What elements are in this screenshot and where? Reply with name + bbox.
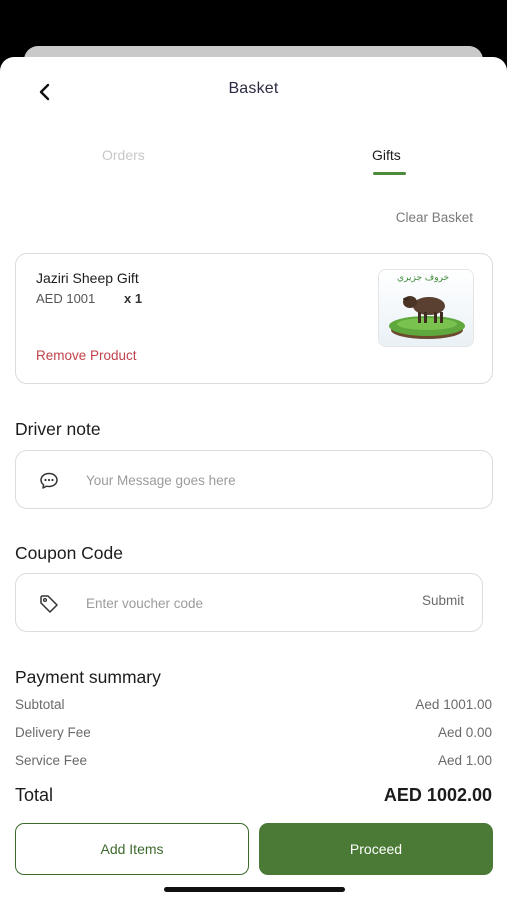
tab-orders[interactable]: Orders xyxy=(102,147,145,163)
total-row: Total AED 1002.00 xyxy=(15,785,492,806)
summary-label: Delivery Fee xyxy=(15,725,91,740)
remove-product-button[interactable]: Remove Product xyxy=(36,348,137,363)
summary-label: Subtotal xyxy=(15,697,65,712)
page-title: Basket xyxy=(228,80,279,97)
driver-note-box xyxy=(15,450,493,509)
product-name: Jaziri Sheep Gift xyxy=(36,270,139,286)
product-image: خروف جزيري xyxy=(378,269,474,347)
summary-row-delivery-fee: Delivery Fee Aed 0.00 xyxy=(15,725,492,740)
tab-bar: Orders Gifts xyxy=(0,145,507,181)
tab-gifts[interactable]: Gifts xyxy=(372,147,401,163)
clear-basket-button[interactable]: Clear Basket xyxy=(396,210,473,225)
header: Basket xyxy=(0,57,507,123)
coupon-code-box: Submit xyxy=(15,573,483,632)
active-tab-indicator xyxy=(373,172,406,175)
summary-row-service-fee: Service Fee Aed 1.00 xyxy=(15,753,492,768)
home-indicator xyxy=(164,887,345,892)
coupon-code-label: Coupon Code xyxy=(15,543,123,563)
payment-summary-title: Payment summary xyxy=(15,667,161,687)
add-items-button[interactable]: Add Items xyxy=(15,823,249,875)
summary-value: Aed 0.00 xyxy=(437,725,492,740)
driver-note-label: Driver note xyxy=(15,419,101,439)
proceed-button[interactable]: Proceed xyxy=(259,823,493,875)
product-price: AED 1001 xyxy=(36,291,96,306)
total-value: AED 1002.00 xyxy=(383,785,492,805)
chat-bubble-icon xyxy=(40,472,58,489)
driver-note-input[interactable] xyxy=(86,466,466,494)
voucher-code-input[interactable] xyxy=(86,589,386,617)
total-label: Total xyxy=(15,785,54,805)
summary-value: Aed 1001.00 xyxy=(415,697,492,712)
product-quantity: x 1 xyxy=(124,291,143,306)
tag-icon xyxy=(40,595,58,613)
product-card: Jaziri Sheep Gift AED 1001 x 1 Remove Pr… xyxy=(15,253,493,384)
summary-row-subtotal: Subtotal Aed 1001.00 xyxy=(15,697,492,712)
submit-coupon-button[interactable]: Submit xyxy=(422,593,464,608)
product-image-caption: خروف جزيري xyxy=(397,273,450,283)
summary-label: Service Fee xyxy=(15,753,88,768)
summary-value: Aed 1.00 xyxy=(437,753,492,768)
basket-sheet: Basket Orders Gifts Clear Basket Jaziri … xyxy=(0,57,507,900)
